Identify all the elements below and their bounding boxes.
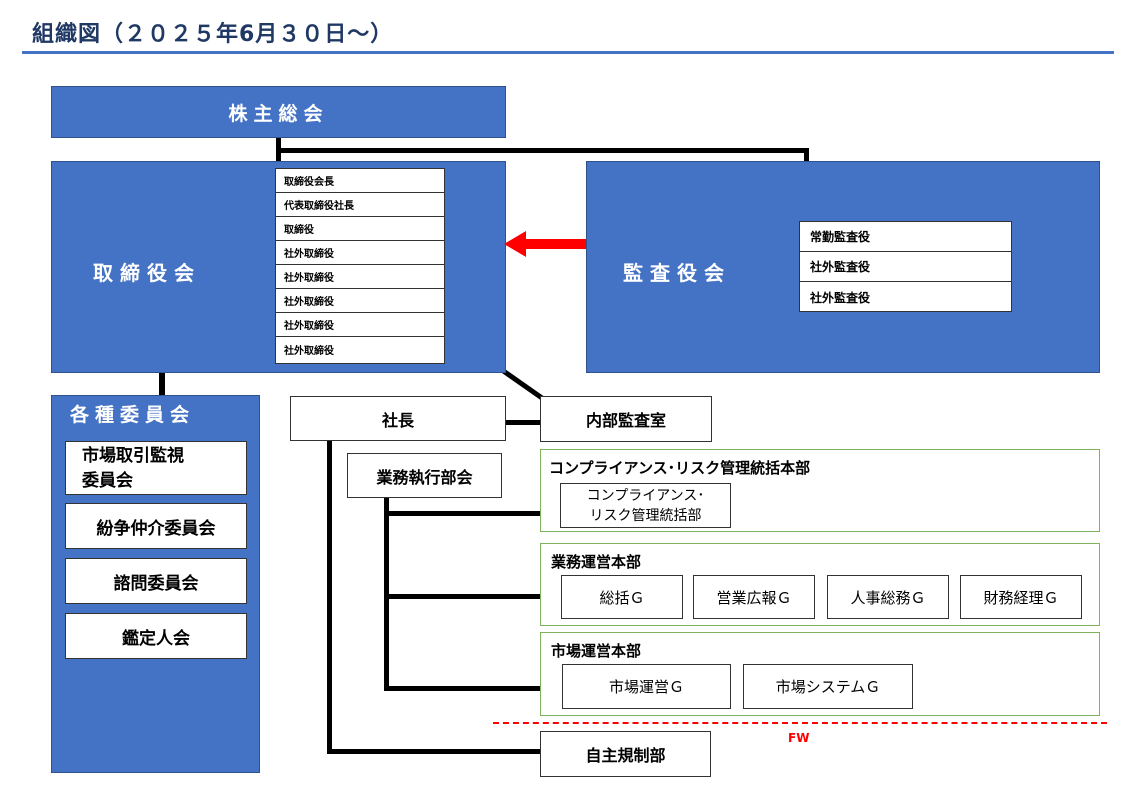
board-label: 取締役会: [93, 261, 201, 285]
audit-member: 社外監査役: [800, 252, 1011, 282]
committee-appraisers: 鑑定人会: [65, 613, 247, 659]
operations-division-box: 業務運営本部 総括Ｇ 営業広報Ｇ 人事総務Ｇ 財務経理Ｇ: [540, 543, 1100, 626]
audit-member: 常勤監査役: [800, 222, 1011, 252]
audit-member: 社外監査役: [810, 290, 871, 305]
firewall-dashed-line: [493, 722, 1107, 724]
shareholders-meeting-box: 株主総会: [51, 86, 506, 138]
exec-committee-box: 業務執行部会: [347, 453, 502, 498]
firewall-label: FW: [788, 731, 810, 745]
title-underline: [22, 51, 1114, 54]
audit-board-label: 監査役会: [623, 261, 731, 285]
board-member: 社外取締役: [284, 345, 334, 357]
president-box: 社長: [290, 396, 506, 441]
compliance-division-box: コンプライアンス･リスク管理統括本部 コンプライアンス･ リスク管理統括部: [540, 449, 1100, 532]
connector-exec-market: [384, 686, 540, 691]
connector-shareholders-audit-v: [804, 148, 809, 162]
committees-label: 各種委員会: [70, 404, 196, 426]
page-title: 組織図（２０２５年6月３０日～）: [32, 22, 394, 47]
market-group-operations: 市場運営Ｇ: [562, 664, 731, 709]
self-regulation-box: 自主規制部: [540, 731, 711, 777]
market-division-box: 市場運営本部 市場運営Ｇ 市場システムＧ: [540, 632, 1100, 716]
committee-dispute-mediation: 紛争仲介委員会: [65, 503, 247, 549]
board-member: 社外取締役: [276, 241, 444, 265]
committee-advisory: 諮問委員会: [65, 558, 247, 604]
shareholders-meeting-label: 株主総会: [228, 102, 329, 125]
connector-self-regulation: [327, 749, 541, 754]
market-group-systems: 市場システムＧ: [743, 664, 913, 709]
audit-member-list: 常勤監査役 社外監査役 社外監査役: [799, 221, 1012, 312]
compliance-department-box: コンプライアンス･ リスク管理統括部: [560, 483, 731, 528]
board-member: 社外取締役: [276, 313, 444, 337]
audit-board-box: 監査役会 常勤監査役 社外監査役 社外監査役: [586, 161, 1100, 373]
connector-shareholders-audit-h: [276, 148, 809, 153]
compliance-division-title: コンプライアンス･リスク管理統括本部: [549, 459, 811, 477]
operations-division-title: 業務運営本部: [551, 553, 642, 571]
market-division-title: 市場運営本部: [551, 642, 642, 660]
board-member: 社外取締役: [276, 265, 444, 289]
board-member: 代表取締役社長: [276, 193, 444, 217]
ops-group-general: 総括Ｇ: [561, 575, 683, 619]
board-member: 取締役会長: [276, 169, 444, 193]
ops-group-finance: 財務経理Ｇ: [960, 575, 1082, 619]
connector-exec-compliance: [384, 511, 540, 516]
internal-audit-box: 内部監査室: [540, 396, 712, 442]
ops-group-sales-pr: 営業広報Ｇ: [693, 575, 815, 619]
committees-box: 各種委員会 市場取引監視 委員会 紛争仲介委員会 諮問委員会 鑑定人会: [51, 395, 260, 773]
board-box: 取締役会 取締役会長 代表取締役社長 取締役 社外取締役 社外取締役 社外取締役…: [51, 161, 506, 373]
board-member: 社外取締役: [276, 289, 444, 313]
board-member-list: 取締役会長 代表取締役社長 取締役 社外取締役 社外取締役 社外取締役 社外取締…: [275, 168, 445, 364]
connector-board-committees: [159, 371, 165, 395]
connector-exec-operations: [384, 594, 540, 599]
board-member: 取締役: [276, 217, 444, 241]
audit-report-arrow-icon: [504, 231, 588, 257]
connector-president-internal-audit: [505, 420, 541, 425]
committee-market-surveillance: 市場取引監視 委員会: [65, 441, 247, 495]
connector-president-spine: [327, 440, 332, 753]
ops-group-hr-admin: 人事総務Ｇ: [827, 575, 949, 619]
